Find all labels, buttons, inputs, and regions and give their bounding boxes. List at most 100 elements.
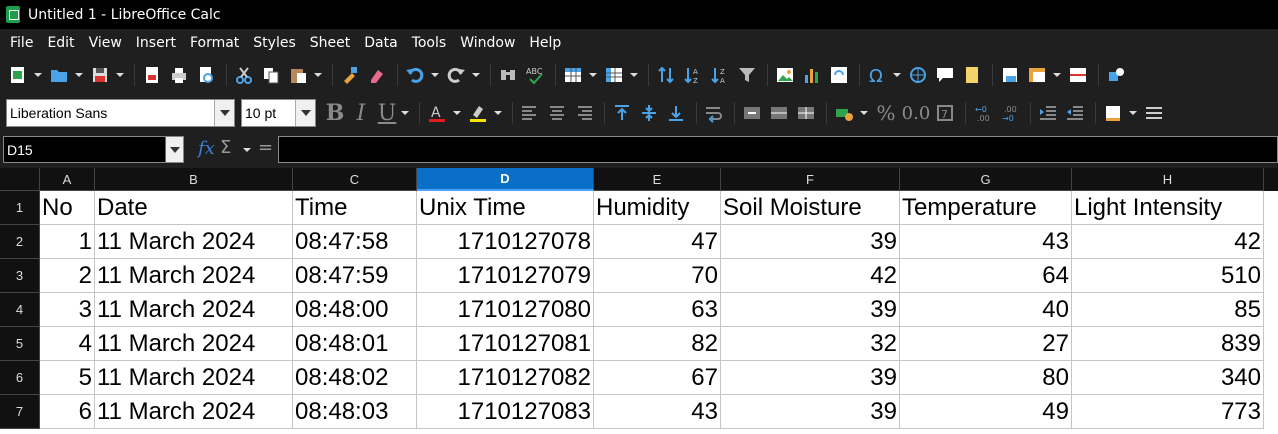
undo-dropdown-icon[interactable]: [430, 63, 440, 87]
menu-format[interactable]: Format: [183, 35, 246, 51]
save-icon[interactable]: [88, 63, 112, 87]
align-top-icon[interactable]: [610, 101, 634, 125]
cell-d1[interactable]: Unix Time: [417, 191, 594, 225]
decrease-indent-icon[interactable]: [1063, 101, 1087, 125]
row-dropdown-icon[interactable]: [588, 63, 598, 87]
currency-format-icon[interactable]: [832, 101, 856, 125]
cell-a1[interactable]: No: [40, 191, 95, 225]
percent-format-button[interactable]: %: [873, 101, 899, 125]
cell-d4[interactable]: 1710127080: [417, 293, 594, 327]
chevron-down-icon[interactable]: [214, 100, 234, 126]
menu-data[interactable]: Data: [357, 35, 404, 51]
name-box[interactable]: D15: [3, 136, 184, 163]
currency-dropdown-icon[interactable]: [859, 101, 869, 125]
column-header-f[interactable]: F: [721, 168, 900, 191]
print-icon[interactable]: [167, 63, 191, 87]
split-window-icon[interactable]: [1066, 63, 1090, 87]
font-color-icon[interactable]: A: [425, 101, 449, 125]
insert-chart-icon[interactable]: [800, 63, 824, 87]
align-right-icon[interactable]: [572, 101, 596, 125]
new-dropdown-icon[interactable]: [33, 63, 43, 87]
new-spreadsheet-icon[interactable]: [6, 63, 30, 87]
cell-g5[interactable]: 27: [900, 327, 1072, 361]
menu-insert[interactable]: Insert: [129, 35, 183, 51]
spreadsheet-grid[interactable]: ABCDEFGH 1 No Date Time Unix Time Humidity Soi…: [0, 168, 1278, 434]
italic-button[interactable]: I: [348, 101, 374, 126]
sort-descending-icon[interactable]: ZA: [708, 63, 732, 87]
date-format-icon[interactable]: 7: [933, 101, 957, 125]
column-header-g[interactable]: G: [900, 168, 1072, 191]
cell-b3[interactable]: 11 March 2024: [95, 259, 293, 293]
pivot-table-icon[interactable]: [827, 63, 851, 87]
function-wizard-icon[interactable]: fx: [198, 138, 215, 159]
border-style-icon[interactable]: [1142, 101, 1166, 125]
underline-button[interactable]: U: [374, 101, 400, 126]
export-pdf-icon[interactable]: [140, 63, 164, 87]
cell-h3[interactable]: 510: [1072, 259, 1264, 293]
cut-icon[interactable]: [232, 63, 256, 87]
cell-g1[interactable]: Temperature: [900, 191, 1072, 225]
cell-b6[interactable]: 11 March 2024: [95, 361, 293, 395]
menu-window[interactable]: Window: [453, 35, 522, 51]
column-header-h[interactable]: H: [1072, 168, 1264, 191]
merge-cells-icon[interactable]: [767, 101, 791, 125]
row-header-5[interactable]: 5: [0, 327, 40, 361]
cell-e1[interactable]: Humidity: [594, 191, 721, 225]
formula-input[interactable]: [278, 136, 1278, 163]
cell-d7[interactable]: 1710127083: [417, 395, 594, 429]
bold-button[interactable]: B: [322, 100, 348, 126]
special-character-icon[interactable]: Ω: [865, 63, 889, 87]
borders-dropdown-icon[interactable]: [1128, 101, 1138, 125]
headers-footers-icon[interactable]: [960, 63, 984, 87]
freeze-dropdown-icon[interactable]: [1052, 63, 1062, 87]
cell-h4[interactable]: 85: [1072, 293, 1264, 327]
row-header-6[interactable]: 6: [0, 361, 40, 395]
add-decimal-place-icon[interactable]: ←0.00: [971, 101, 995, 125]
select-all-corner[interactable]: [0, 168, 40, 191]
wrap-text-icon[interactable]: [702, 101, 726, 125]
cell-e7[interactable]: 43: [594, 395, 721, 429]
cell-a4[interactable]: 3: [40, 293, 95, 327]
column-icon[interactable]: [602, 63, 626, 87]
highlight-dropdown-icon[interactable]: [493, 101, 503, 125]
cell-g4[interactable]: 40: [900, 293, 1072, 327]
cell-c3[interactable]: 08:47:59: [293, 259, 417, 293]
delete-decimal-place-icon[interactable]: .00 →0: [998, 101, 1022, 125]
menu-sheet[interactable]: Sheet: [303, 35, 357, 51]
redo-icon[interactable]: [444, 63, 468, 87]
cell-h6[interactable]: 340: [1072, 361, 1264, 395]
insert-image-icon[interactable]: [773, 63, 797, 87]
save-dropdown-icon[interactable]: [115, 63, 125, 87]
cell-f3[interactable]: 42: [721, 259, 900, 293]
spelling-icon[interactable]: ABC: [523, 63, 547, 87]
column-header-b[interactable]: B: [95, 168, 293, 191]
cell-a5[interactable]: 4: [40, 327, 95, 361]
undo-icon[interactable]: [403, 63, 427, 87]
cell-g3[interactable]: 64: [900, 259, 1072, 293]
cell-f6[interactable]: 39: [721, 361, 900, 395]
align-left-icon[interactable]: [518, 101, 542, 125]
find-replace-icon[interactable]: [496, 63, 520, 87]
cell-f7[interactable]: 39: [721, 395, 900, 429]
cell-d2[interactable]: 1710127078: [417, 225, 594, 259]
cell-a3[interactable]: 2: [40, 259, 95, 293]
show-draw-functions-icon[interactable]: [1104, 63, 1128, 87]
menu-styles[interactable]: Styles: [246, 35, 302, 51]
cell-b1[interactable]: Date: [95, 191, 293, 225]
font-name-combo[interactable]: Liberation Sans: [6, 99, 235, 127]
cell-c6[interactable]: 08:48:02: [293, 361, 417, 395]
column-header-c[interactable]: C: [293, 168, 417, 191]
cell-h5[interactable]: 839: [1072, 327, 1264, 361]
cell-b2[interactable]: 11 March 2024: [95, 225, 293, 259]
cell-h2[interactable]: 42: [1072, 225, 1264, 259]
cell-h7[interactable]: 773: [1072, 395, 1264, 429]
column-header-a[interactable]: A: [40, 168, 95, 191]
open-folder-icon[interactable]: [47, 63, 71, 87]
row-header-3[interactable]: 3: [0, 259, 40, 293]
redo-dropdown-icon[interactable]: [471, 63, 481, 87]
row-icon[interactable]: [561, 63, 585, 87]
cell-d3[interactable]: 1710127079: [417, 259, 594, 293]
font-color-dropdown-icon[interactable]: [452, 101, 462, 125]
cell-e2[interactable]: 47: [594, 225, 721, 259]
row-header-2[interactable]: 2: [0, 225, 40, 259]
